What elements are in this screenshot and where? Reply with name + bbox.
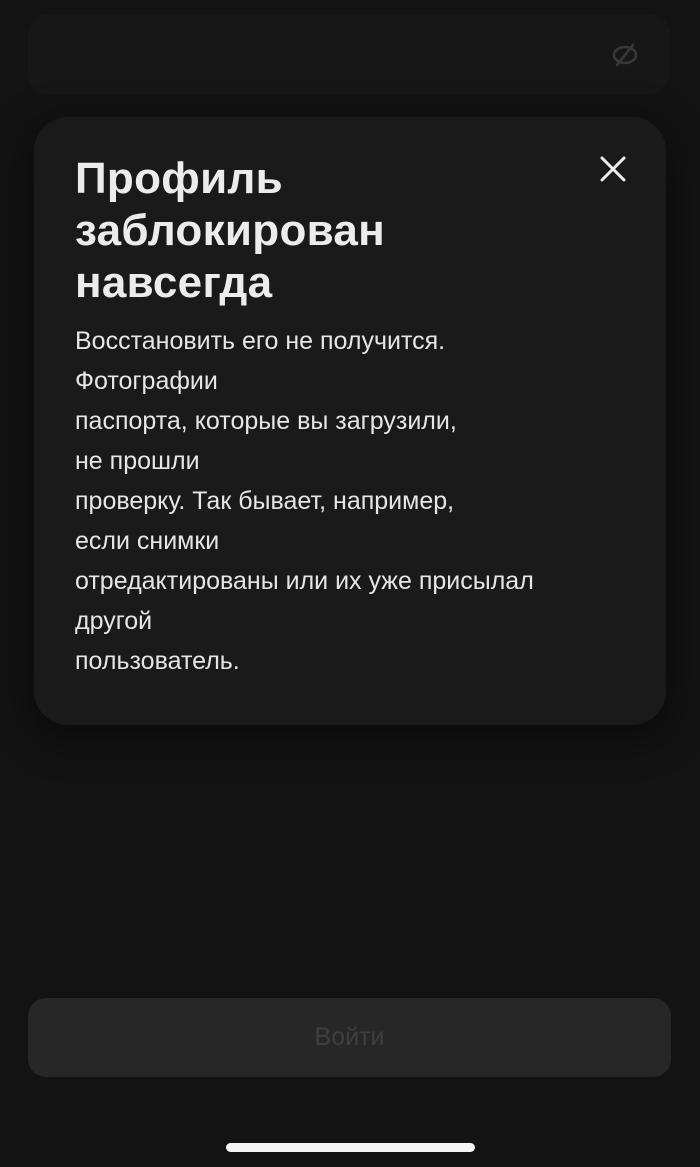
screen: Профиль заблокирован навсегда Восстанови… (0, 0, 700, 1167)
dialog-message-line: паспорта, которые вы загрузили, (75, 407, 457, 435)
login-button[interactable]: Войти (28, 998, 671, 1077)
dialog-message-line: не прошли (75, 447, 200, 475)
eye-off-icon[interactable] (610, 42, 640, 68)
dialog-message-line: Фотографии (75, 367, 218, 395)
dialog-message-line: если снимки (75, 527, 220, 555)
dialog-message-line: проверку. Так бывает, например, (75, 487, 455, 515)
dialog-message-line: Восстановить его не получится. (75, 327, 446, 355)
password-field[interactable] (28, 14, 670, 94)
home-indicator (226, 1143, 475, 1152)
dialog-message-line: отредактированы или их уже присылал (75, 567, 534, 595)
dialog-message-line: другой (75, 607, 153, 635)
dialog-message-line: пользователь. (75, 647, 240, 675)
close-icon[interactable] (595, 151, 631, 187)
dialog-message: Восстановить его не получится. Фотографи… (75, 321, 635, 681)
dialog-title: Профиль заблокирован навсегда (75, 154, 386, 307)
blocked-profile-dialog: Профиль заблокирован навсегда Восстанови… (34, 117, 666, 725)
